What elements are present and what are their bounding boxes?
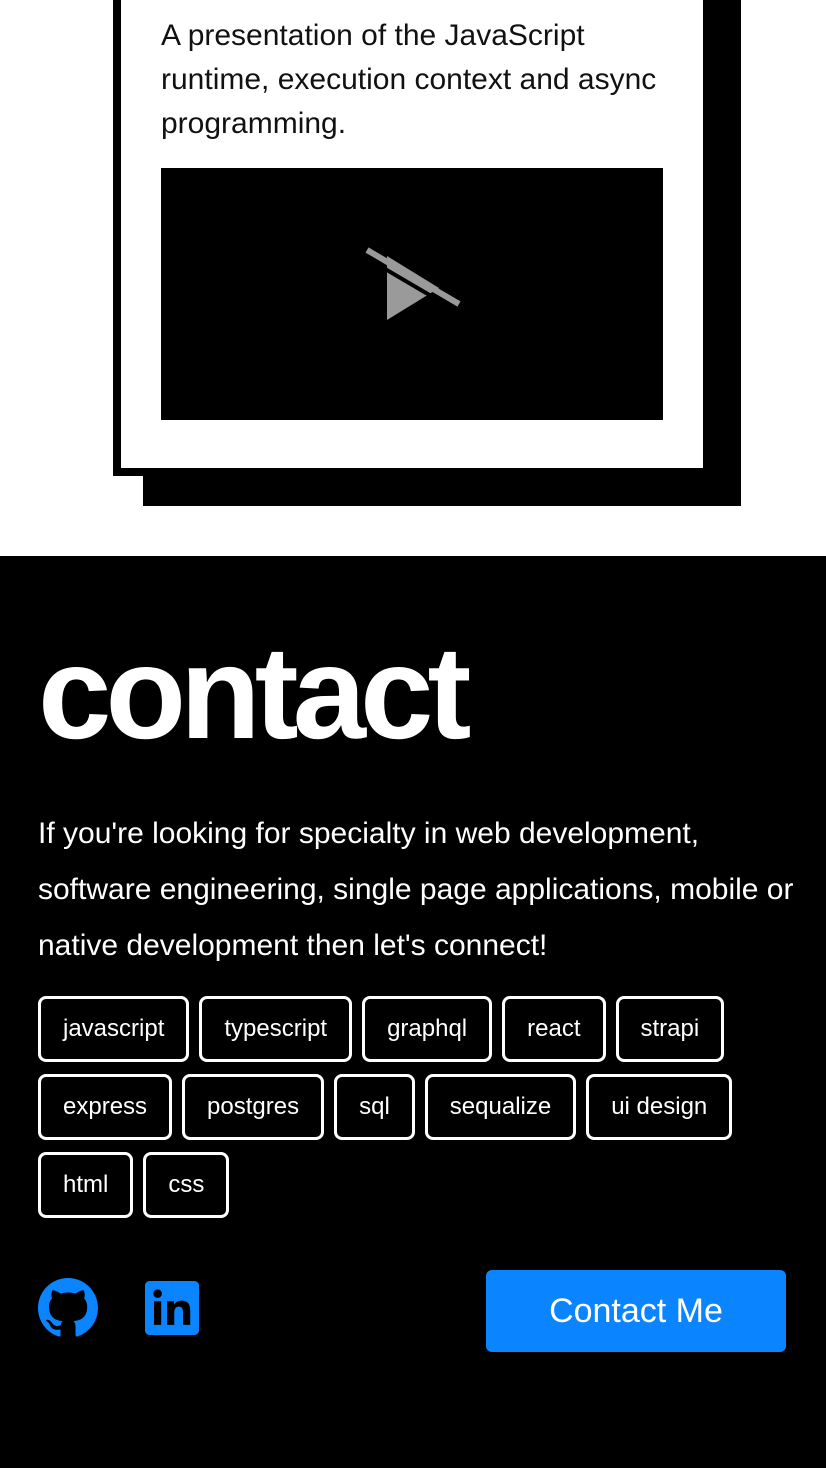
tag: postgres bbox=[182, 1074, 325, 1140]
linkedin-icon bbox=[145, 1281, 199, 1335]
tag: sequalize bbox=[424, 1074, 577, 1140]
social-links bbox=[38, 1278, 202, 1338]
contact-section: contact If you're looking for specialty … bbox=[0, 556, 826, 1468]
tag: sql bbox=[334, 1074, 415, 1140]
tag: react bbox=[502, 996, 606, 1062]
projects-section: A presentation of the JavaScript runtime… bbox=[0, 0, 826, 556]
tag: typescript bbox=[199, 996, 353, 1062]
project-description: A presentation of the JavaScript runtime… bbox=[161, 19, 657, 140]
skill-tags: javascript typescript graphql react stra… bbox=[38, 996, 798, 1218]
contact-text: If you're looking for specialty in web d… bbox=[38, 817, 794, 962]
tag: graphql bbox=[362, 996, 493, 1062]
tag: express bbox=[38, 1074, 173, 1140]
tag: javascript bbox=[38, 996, 190, 1062]
github-icon bbox=[38, 1278, 98, 1337]
linkedin-link[interactable] bbox=[142, 1278, 202, 1338]
project-card: A presentation of the JavaScript runtime… bbox=[113, 0, 711, 476]
contact-title: contact bbox=[38, 619, 471, 766]
github-link[interactable] bbox=[38, 1278, 98, 1338]
video-unavailable-icon bbox=[361, 247, 461, 320]
contact-me-button[interactable]: Contact Me bbox=[486, 1270, 786, 1352]
tag: css bbox=[143, 1152, 230, 1218]
tag: ui design bbox=[586, 1074, 733, 1140]
tag: strapi bbox=[615, 996, 725, 1062]
video-player[interactable] bbox=[161, 168, 663, 420]
tag: html bbox=[38, 1152, 134, 1218]
